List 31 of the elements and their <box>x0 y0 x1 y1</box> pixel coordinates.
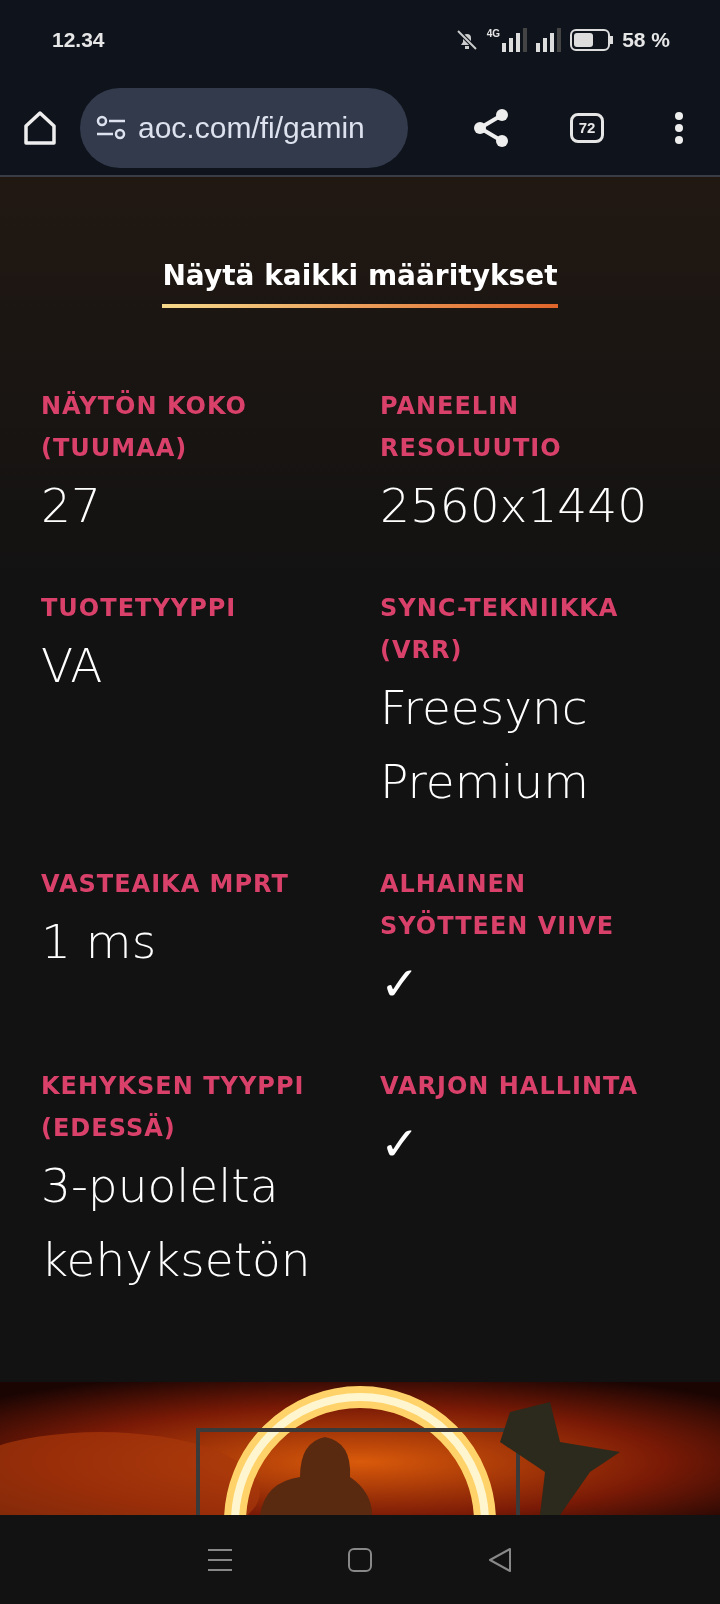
signal-icon <box>536 28 563 52</box>
spec-label: KEHYKSEN TYYPPI (EDESSÄ) <box>41 1071 306 1144</box>
spec-label: VASTEAIKA MPRT <box>41 869 290 900</box>
spec-value: ✓ <box>380 955 420 1013</box>
spec-value: 2560x1440 <box>380 477 649 535</box>
spec-label: VARJON HALLINTA <box>380 1071 640 1102</box>
spec-value: Freesync Premium <box>380 679 591 811</box>
more-options-icon[interactable] <box>674 110 684 145</box>
spec-label: NÄYTÖN KOKO (TUUMAA) <box>41 389 248 464</box>
back-icon[interactable] <box>487 1546 513 1573</box>
address-bar[interactable]: aoc.com/fi/gamin <box>80 87 408 168</box>
spec-value: 3-puolelta kehyksetön <box>41 1157 312 1289</box>
spec-value: VA <box>41 637 104 695</box>
status-time: 12.34 <box>52 28 105 52</box>
battery-icon <box>570 28 615 52</box>
spec-label: PANEELIN RESOLUUTIO <box>380 391 563 464</box>
tab-count-button[interactable]: 72 <box>570 112 604 143</box>
share-icon[interactable] <box>472 107 510 148</box>
menu-icon[interactable] <box>207 1547 233 1572</box>
spec-value: 27 <box>41 477 102 535</box>
battery-percent: 58 % <box>622 28 670 52</box>
signal-icon <box>502 28 529 52</box>
spec-label: TUOTETYYPPI <box>41 593 238 624</box>
bell-muted-icon <box>454 28 479 52</box>
spec-value: ✓ <box>380 1115 420 1173</box>
site-settings-icon <box>96 114 126 141</box>
specs-link[interactable]: Näytä kaikki määritykset <box>162 258 558 308</box>
spec-label: SYNC-TEKNIIKKA (VRR) <box>380 593 620 666</box>
network-type: 4G <box>486 28 501 39</box>
spec-value: 1 ms <box>41 913 158 971</box>
spec-label: ALHAINEN SYÖTTEEN VIIVE <box>380 869 616 942</box>
